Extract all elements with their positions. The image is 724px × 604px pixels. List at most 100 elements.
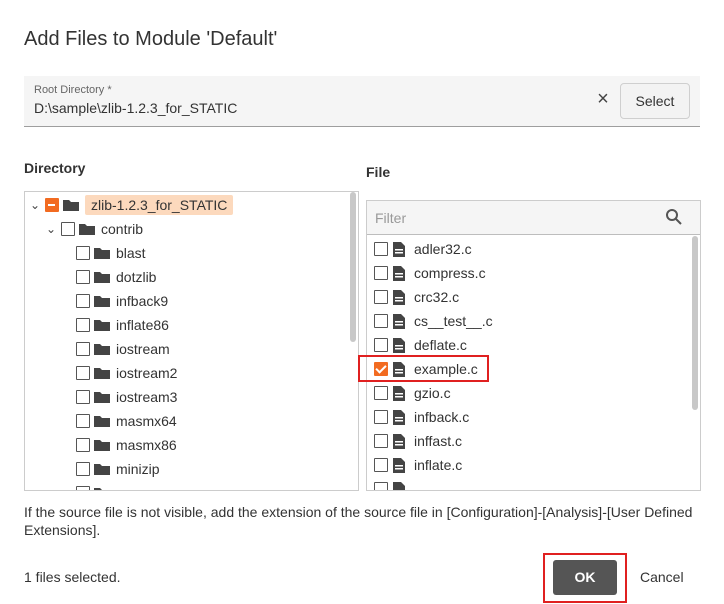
- file-item-label: inflate.c: [414, 457, 463, 473]
- folder-icon: [94, 319, 110, 331]
- checkbox[interactable]: [45, 198, 59, 212]
- tree-item-label: iostream3: [116, 389, 178, 405]
- file-item[interactable]: gzio.c: [374, 381, 451, 405]
- checkbox[interactable]: [76, 390, 90, 404]
- tree-item[interactable]: ⌄ contrib: [44, 217, 143, 241]
- checkbox[interactable]: [374, 482, 388, 490]
- checkbox[interactable]: [76, 342, 90, 356]
- checkbox[interactable]: [374, 314, 388, 328]
- checkbox[interactable]: [374, 434, 388, 448]
- tree-item[interactable]: minizip: [76, 457, 160, 481]
- filter-field[interactable]: [367, 201, 700, 235]
- checkbox[interactable]: [76, 366, 90, 380]
- folder-icon: [63, 199, 79, 211]
- folder-icon: [79, 223, 95, 235]
- tree-item-label: contrib: [101, 221, 144, 237]
- hint-text: If the source file is not visible, add t…: [24, 504, 693, 538]
- checkbox[interactable]: [374, 458, 388, 472]
- file-item-label: cs__test__.c: [414, 313, 493, 329]
- chevron-down-icon[interactable]: ⌄: [44, 222, 58, 236]
- file-icon: [392, 337, 406, 353]
- file-item-partial[interactable]: [374, 477, 414, 490]
- root-directory-label: Root Directory *: [34, 84, 112, 96]
- folder-icon: [94, 271, 110, 283]
- cancel-button[interactable]: Cancel: [640, 569, 684, 585]
- tree-item[interactable]: ⌄ zlib-1.2.3_for_STATIC: [28, 193, 234, 217]
- file-item[interactable]: deflate.c: [374, 333, 467, 357]
- file-icon: [392, 289, 406, 305]
- ok-button[interactable]: OK: [553, 560, 617, 595]
- file-item-label: compress.c: [414, 265, 486, 281]
- tree-item-label: inflate86: [116, 317, 169, 333]
- tree-item[interactable]: blast: [76, 241, 146, 265]
- file-item-label: gzio.c: [414, 385, 451, 401]
- file-item[interactable]: inflate.c: [374, 453, 462, 477]
- file-icon: [392, 433, 406, 449]
- checkbox[interactable]: [76, 414, 90, 428]
- tree-item-label: dotzlib: [116, 269, 157, 285]
- tree-item[interactable]: iostream2: [76, 361, 177, 385]
- folder-icon: [94, 415, 110, 427]
- tree-item-label: masmx64: [116, 413, 177, 429]
- root-directory-field[interactable]: Root Directory * D:\sample\zlib-1.2.3_fo…: [24, 76, 700, 127]
- file-icon: [392, 241, 406, 257]
- tree-item[interactable]: masmx64: [76, 409, 177, 433]
- checkbox[interactable]: [61, 222, 75, 236]
- tree-item[interactable]: infback9: [76, 289, 168, 313]
- file-item[interactable]: compress.c: [374, 261, 486, 285]
- directory-scrollbar[interactable]: [350, 192, 356, 342]
- checkbox[interactable]: [76, 270, 90, 284]
- file-item-label: deflate.c: [414, 337, 467, 353]
- root-directory-value[interactable]: D:\sample\zlib-1.2.3_for_STATIC: [34, 100, 237, 116]
- tree-item-label: masmx86: [116, 437, 177, 453]
- checkbox[interactable]: [76, 318, 90, 332]
- file-icon: [392, 409, 406, 425]
- file-heading: File: [366, 164, 391, 180]
- tree-item[interactable]: inflate86: [76, 313, 169, 337]
- checkbox[interactable]: [374, 242, 388, 256]
- folder-icon: [94, 247, 110, 259]
- checkbox[interactable]: [374, 386, 388, 400]
- checkbox[interactable]: [374, 290, 388, 304]
- file-icon: [392, 457, 406, 473]
- directory-tree[interactable]: ⌄ zlib-1.2.3_for_STATIC ⌄ contrib blast …: [24, 191, 359, 491]
- checkbox[interactable]: [374, 410, 388, 424]
- file-icon: [392, 265, 406, 281]
- file-item-label: inffast.c: [414, 433, 462, 449]
- file-item[interactable]: adler32.c: [374, 237, 472, 261]
- file-item[interactable]: cs__test__.c: [374, 309, 493, 333]
- close-icon[interactable]: ×: [594, 89, 612, 109]
- checkbox[interactable]: [76, 438, 90, 452]
- checkbox[interactable]: [374, 338, 388, 352]
- tree-item[interactable]: dotzlib: [76, 265, 156, 289]
- tree-item[interactable]: iostream3: [76, 385, 177, 409]
- tree-item-label: blast: [116, 245, 146, 261]
- tree-item[interactable]: masmx86: [76, 433, 177, 457]
- select-button[interactable]: Select: [620, 83, 690, 119]
- chevron-down-icon[interactable]: ⌄: [28, 198, 42, 212]
- file-list[interactable]: adler32.c compress.c crc32.c cs__test__.…: [366, 200, 701, 491]
- tree-item[interactable]: iostream: [76, 337, 170, 361]
- folder-icon: [94, 463, 110, 475]
- checkbox[interactable]: [76, 294, 90, 308]
- tree-item-label: infback9: [116, 293, 169, 309]
- filter-input[interactable]: [373, 207, 657, 229]
- checkbox[interactable]: [76, 462, 90, 476]
- file-item-label: infback.c: [414, 409, 470, 425]
- search-icon[interactable]: [665, 208, 683, 226]
- checkbox[interactable]: [374, 266, 388, 280]
- file-scrollbar[interactable]: [692, 236, 698, 410]
- checkbox[interactable]: [76, 486, 90, 490]
- tree-item-partial[interactable]: [76, 481, 116, 490]
- file-item[interactable]: infback.c: [374, 405, 469, 429]
- tree-item-label: minizip: [116, 461, 160, 477]
- file-item[interactable]: inffast.c: [374, 429, 462, 453]
- file-item[interactable]: crc32.c: [374, 285, 459, 309]
- file-icon: [392, 385, 406, 401]
- folder-icon: [94, 439, 110, 451]
- tree-item-label: iostream: [116, 341, 170, 357]
- file-item-label: adler32.c: [414, 241, 472, 257]
- folder-icon: [94, 343, 110, 355]
- checkbox[interactable]: [76, 246, 90, 260]
- tree-item-label: zlib-1.2.3_for_STATIC: [85, 195, 234, 215]
